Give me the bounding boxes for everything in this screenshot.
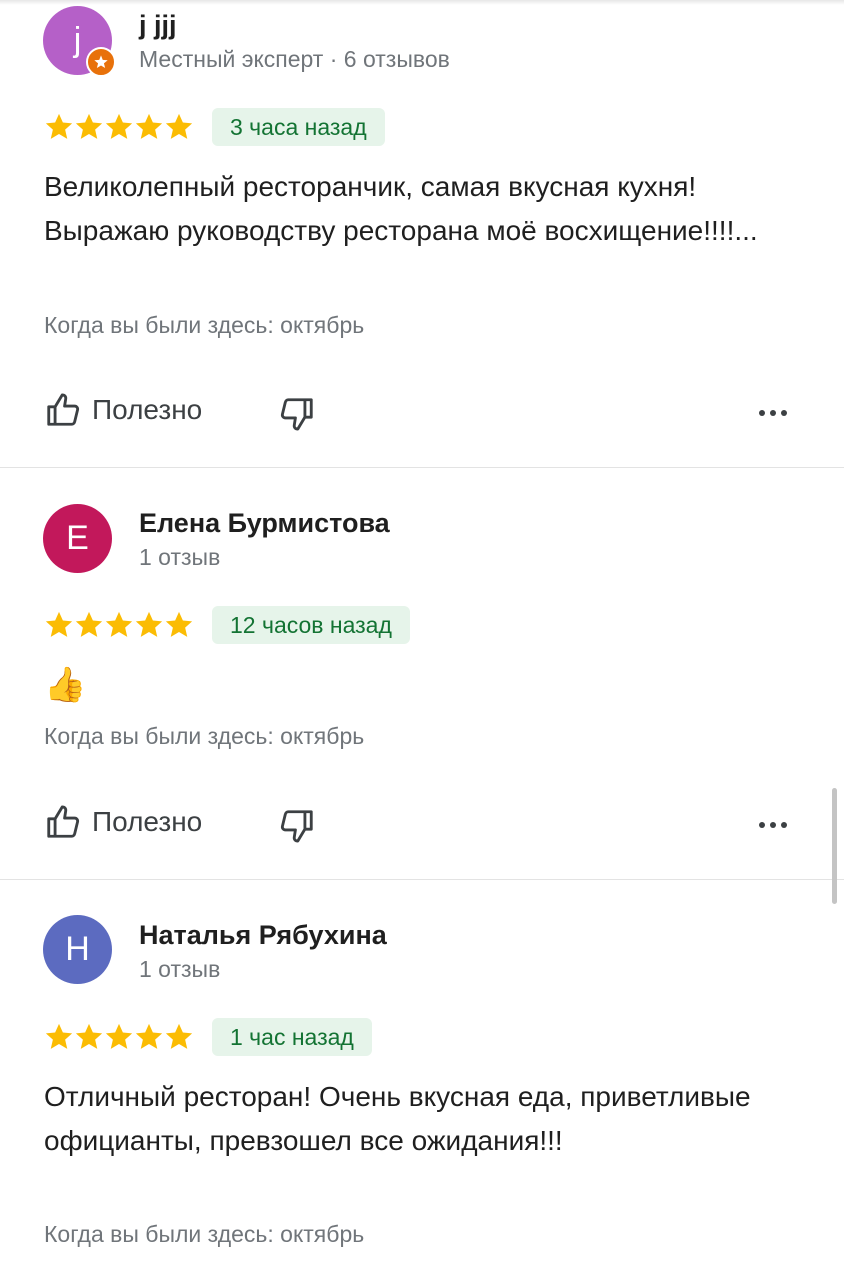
review-actions: Полезно xyxy=(44,803,804,849)
star-icon xyxy=(75,611,103,637)
reviewer-name[interactable]: j jjj xyxy=(139,10,177,41)
rating-stars xyxy=(44,610,194,640)
star-icon xyxy=(165,611,193,637)
scrollbar[interactable] xyxy=(832,788,837,904)
visit-date: Когда вы были здесь: октябрь xyxy=(44,1221,365,1247)
thumb-up-icon xyxy=(47,393,80,426)
star-icon xyxy=(135,1023,163,1049)
star-icon xyxy=(45,1023,73,1049)
star-icon xyxy=(75,1023,103,1049)
review-text[interactable]: Великолепный ресторанчик, самая вкусная … xyxy=(44,165,804,253)
review-time-badge: 1 час назад xyxy=(212,1018,372,1056)
thumb-down-icon xyxy=(280,398,313,431)
reviewer-meta: Местный эксперт · 6 отзывов xyxy=(139,46,450,72)
reviewer-name[interactable]: Наталья Рябухина xyxy=(139,920,387,951)
star-icon xyxy=(45,113,73,139)
star-icon xyxy=(165,113,193,139)
local-guide-badge xyxy=(86,47,116,77)
thumb-up-icon xyxy=(47,805,80,838)
useful-button[interactable]: Полезно xyxy=(44,391,202,429)
reviewer-name[interactable]: Елена Бурмистова xyxy=(139,508,390,539)
star-icon xyxy=(135,611,163,637)
useful-button[interactable]: Полезно xyxy=(44,803,202,841)
top-shadow xyxy=(0,0,844,5)
reviewer-meta: 1 отзыв xyxy=(139,544,221,570)
dislike-button[interactable] xyxy=(278,807,316,850)
thumb-down-icon xyxy=(280,810,313,843)
star-icon xyxy=(75,113,103,139)
star-icon xyxy=(105,113,133,139)
avatar-letter: Н xyxy=(65,930,90,968)
review-time-badge: 12 часов назад xyxy=(212,606,410,644)
star-icon xyxy=(105,1023,133,1049)
review-time-badge: 3 часа назад xyxy=(212,108,385,146)
useful-label: Полезно xyxy=(92,806,203,837)
useful-label: Полезно xyxy=(92,394,203,425)
avatar-letter: j xyxy=(73,21,82,59)
avatar[interactable]: Е xyxy=(43,504,112,573)
avatar[interactable]: Н xyxy=(43,915,112,984)
divider xyxy=(0,467,844,468)
avatar-letter: Е xyxy=(66,519,89,557)
review-text[interactable]: Отличный ресторан! Очень вкусная еда, пр… xyxy=(44,1075,804,1163)
review-actions: Полезно xyxy=(44,391,804,437)
more-horizontal-icon xyxy=(759,822,787,828)
reviewer-meta: 1 отзыв xyxy=(139,956,221,982)
rating-stars xyxy=(44,1022,194,1052)
more-options-button[interactable] xyxy=(758,817,788,835)
star-icon xyxy=(165,1023,193,1049)
star-icon xyxy=(105,611,133,637)
divider xyxy=(0,879,844,880)
star-icon xyxy=(45,611,73,637)
star-icon xyxy=(135,113,163,139)
more-options-button[interactable] xyxy=(758,405,788,423)
visit-date: Когда вы были здесь: октябрь xyxy=(44,312,365,338)
rating-stars xyxy=(44,112,194,142)
visit-date: Когда вы были здесь: октябрь xyxy=(44,723,365,749)
local-guide-star-icon xyxy=(94,55,108,68)
dislike-button[interactable] xyxy=(278,395,316,438)
more-horizontal-icon xyxy=(759,410,787,416)
review-text[interactable]: 👍 xyxy=(44,663,804,707)
